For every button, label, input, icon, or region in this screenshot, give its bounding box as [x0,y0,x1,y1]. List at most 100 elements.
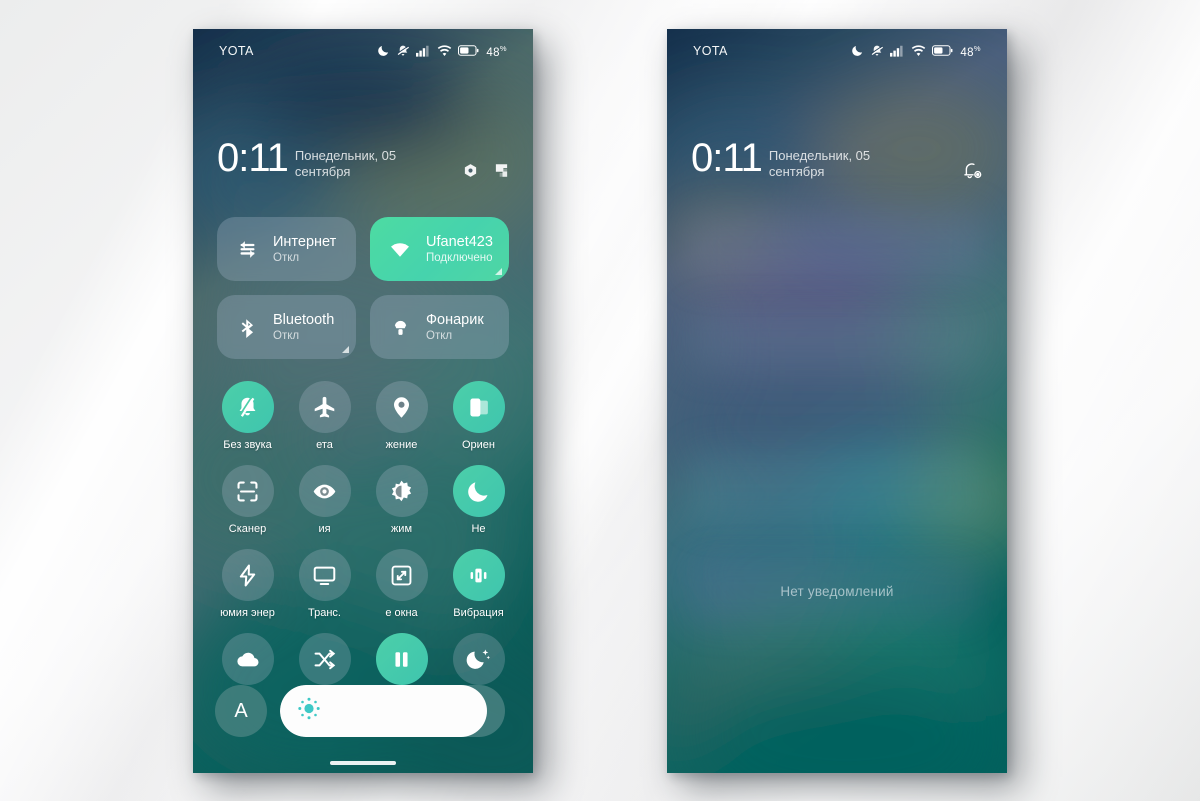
cloud-icon [221,633,274,685]
battery-percent-label: 48% [486,43,507,59]
quick-tile-eyecare[interactable]: ия [286,465,363,536]
wifi-icon [385,240,415,258]
cast-screen-icon [298,549,351,601]
brightness-control-row: A [215,685,505,737]
quick-tile-dnd[interactable]: Не [440,465,517,536]
edit-tiles-icon[interactable] [494,163,509,178]
quick-tile-label: е окна [385,607,418,619]
float-window-icon [375,549,428,601]
battery-icon [458,45,479,57]
internet-icon [232,239,262,260]
blurred-card [689,309,981,371]
pause-icon [375,633,428,685]
quick-tile-silent[interactable]: Без звука [209,381,286,452]
status-bar: YOTA 48% [193,29,533,73]
battery-percent-label: 48% [960,43,981,59]
quick-tile-night-mode[interactable] [440,633,517,685]
tile-title: Ufanet423 [426,233,493,250]
tile-subtitle: Откл [273,329,300,342]
airplane-icon [298,381,351,433]
flashlight-icon [385,317,415,338]
battery-icon [932,45,953,57]
clock-time: 0:11 [691,136,763,180]
quick-tile-label: Без звука [223,439,272,451]
quick-tile-label: ия [318,523,331,535]
header-icons-group [962,161,983,187]
quick-tile-label: юмия энер [220,607,275,619]
signal-bars-icon [890,45,905,57]
tile-subtitle: Подключено [426,251,493,264]
quick-tile-float-window[interactable]: е окна [363,549,440,620]
notification-shade-content: Нет уведомлений [667,199,1007,773]
tile-title: Фонарик [426,311,484,328]
quick-tile-scanner[interactable]: Сканер [209,465,286,536]
tile-subtitle: Откл [273,251,300,264]
system-icons-group: 48% [851,43,981,59]
wifi-icon [911,45,926,57]
wifi-icon [437,45,452,57]
blurred-card [687,449,985,523]
bell-slash-icon [221,381,274,433]
brightness-slider[interactable] [280,685,505,737]
home-indicator[interactable] [330,761,396,765]
clock-header: 0:11 Понедельник, 05 сентября [667,136,1007,203]
quick-tile-cloud[interactable] [209,633,286,685]
tile-flashlight[interactable]: Фонарик Откл [370,295,509,359]
quick-tile-cast[interactable]: Транс. [286,549,363,620]
quick-tile-location[interactable]: жение [363,381,440,452]
blurred-card [685,211,985,281]
quick-tile-label: жим [390,523,413,535]
clock-time: 0:11 [217,136,289,180]
moon-icon [851,44,864,57]
tile-subtitle: Откл [426,329,453,342]
page-backdrop [0,0,1200,801]
rotation-lock-icon [452,381,505,433]
quick-tile-rotation[interactable]: Ориен [440,381,517,452]
clock-date: Понедельник, 05 сентября [294,148,397,179]
tile-expand-corner-icon[interactable] [342,346,349,353]
quick-tile-label: Вибрация [453,607,504,619]
quick-tiles-grid: Без звука ета жение Ориен Сканер ия жим … [209,381,517,685]
bell-muted-icon [870,44,884,58]
carrier-label: YOTA [693,44,728,58]
tile-expand-corner-icon[interactable] [495,268,502,275]
quick-tile-power-saving[interactable]: юмия энер [209,549,286,620]
quick-tile-pause[interactable] [363,633,440,685]
auto-brightness-label: A [234,699,248,722]
quick-tile-label: Транс. [308,607,341,619]
eye-icon [298,465,351,517]
settings-gear-icon[interactable] [463,163,478,178]
signal-bars-icon [416,45,431,57]
bell-settings-icon[interactable] [962,161,983,187]
quick-tile-label: ета [316,439,333,451]
quick-tile-shuffle[interactable] [286,633,363,685]
carrier-label: YOTA [219,44,254,58]
moon-icon [377,44,390,57]
big-tiles-grid: Интернет Откл Ufanet423 Подключено Bluet… [217,217,509,359]
bluetooth-icon [232,317,262,338]
tile-internet[interactable]: Интернет Откл [217,217,356,281]
scanner-icon [221,465,274,517]
quick-tile-vibration[interactable]: Вибрация [440,549,517,620]
bell-muted-icon [396,44,410,58]
vibration-icon [452,549,505,601]
sun-brightness-icon [297,697,321,726]
empty-state-label: Нет уведомлений [780,584,894,599]
quick-settings-panel: YOTA 48% 0:11 Понедельник, 05 сентября И… [193,29,533,773]
auto-brightness-button[interactable]: A [215,685,267,737]
quick-tile-brightness-mode[interactable]: жим [363,465,440,536]
quick-tile-label: Сканер [228,523,267,535]
tile-title: Bluetooth [273,311,335,328]
quick-tile-label: Не [471,523,486,535]
system-icons-group: 48% [377,43,507,59]
night-mode-icon [452,633,505,685]
clock-date: Понедельник, 05 сентября [768,148,871,179]
quick-tile-airplane[interactable]: ета [286,381,363,452]
moon-icon [452,465,505,517]
tile-title: Интернет [273,233,337,250]
power-saving-icon [221,549,274,601]
header-icons-group [463,163,509,178]
status-bar: YOTA 48% [667,29,1007,73]
tile-wifi[interactable]: Ufanet423 Подключено [370,217,509,281]
tile-bluetooth[interactable]: Bluetooth Откл [217,295,356,359]
